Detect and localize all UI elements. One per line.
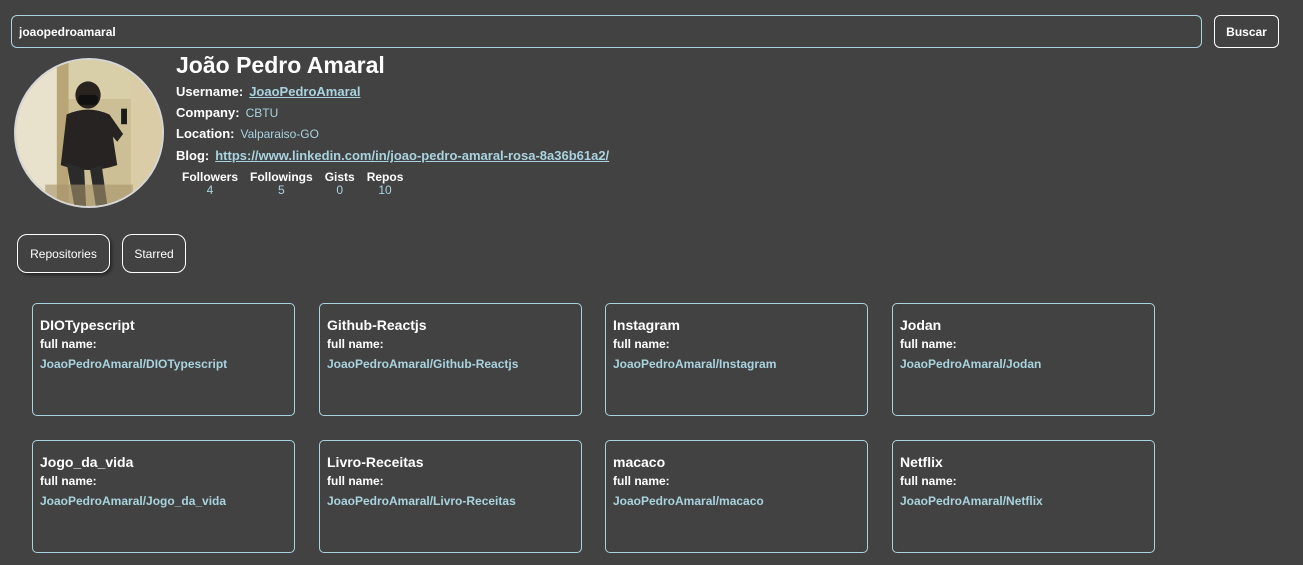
company-value: CBTU <box>245 106 279 120</box>
avatar <box>14 58 164 208</box>
repo-name: Jogo_da_vida <box>40 454 134 470</box>
stat-value: 0 <box>336 183 344 197</box>
repo-name: Livro-Receitas <box>327 454 424 470</box>
repo-full-name: JoaoPedroAmaral/Netflix <box>900 494 1043 508</box>
blog-link[interactable]: https://www.linkedin.com/in/joao-pedro-a… <box>215 148 609 163</box>
repo-full-name-label: full name: <box>900 474 957 488</box>
location-label: Location: <box>176 126 235 141</box>
stat-gists: Gists 0 <box>325 170 355 197</box>
repo-full-name-label: full name: <box>40 337 97 351</box>
repo-full-name: JoaoPedroAmaral/Jogo_da_vida <box>40 494 227 508</box>
repo-full-name-label: full name: <box>613 337 670 351</box>
repo-card[interactable]: Jogo_da_vida full name: JoaoPedroAmaral/… <box>32 440 295 553</box>
repo-full-name: JoaoPedroAmaral/macaco <box>613 494 764 508</box>
tab-repositories[interactable]: Repositories <box>17 234 110 273</box>
repo-full-name: JoaoPedroAmaral/Github-Reactjs <box>327 357 519 371</box>
repo-card[interactable]: Jodan full name: JoaoPedroAmaral/Jodan <box>892 303 1155 416</box>
repo-full-name-label: full name: <box>327 474 384 488</box>
stat-label: Gists <box>324 170 355 184</box>
repo-full-name: JoaoPedroAmaral/Livro-Receitas <box>327 494 516 508</box>
repo-card[interactable]: DIOTypescript full name: JoaoPedroAmaral… <box>32 303 295 416</box>
repo-full-name: JoaoPedroAmaral/Jodan <box>900 357 1042 371</box>
location-row: Location: Valparaiso-GO <box>176 126 319 141</box>
tab-starred[interactable]: Starred <box>122 234 186 273</box>
repo-name: Netflix <box>900 454 943 470</box>
repo-full-name: JoaoPedroAmaral/DIOTypescript <box>40 357 228 371</box>
username-label: Username: <box>176 84 244 99</box>
username-row: Username: JoaoPedroAmaral <box>176 84 360 99</box>
username-link[interactable]: JoaoPedroAmaral <box>249 84 360 99</box>
repo-card[interactable]: Netflix full name: JoaoPedroAmaral/Netfl… <box>892 440 1155 553</box>
stat-label: Repos <box>366 170 404 184</box>
repo-name: Jodan <box>900 317 942 333</box>
blog-row: Blog: https://www.linkedin.com/in/joao-p… <box>176 148 609 163</box>
stat-followings: Followings 5 <box>250 170 313 197</box>
repo-card[interactable]: Instagram full name: JoaoPedroAmaral/Ins… <box>605 303 868 416</box>
search-input[interactable] <box>11 15 1202 48</box>
repo-full-name-label: full name: <box>40 474 97 488</box>
repo-card[interactable]: macaco full name: JoaoPedroAmaral/macaco <box>605 440 868 553</box>
repo-card[interactable]: Livro-Receitas full name: JoaoPedroAmara… <box>319 440 582 553</box>
repo-full-name: JoaoPedroAmaral/Instagram <box>613 357 777 371</box>
repo-full-name-label: full name: <box>327 337 384 351</box>
repo-full-name-label: full name: <box>900 337 957 351</box>
repo-name: macaco <box>613 454 666 470</box>
repo-card[interactable]: Github-Reactjs full name: JoaoPedroAmara… <box>319 303 582 416</box>
stat-followers: Followers 4 <box>182 170 238 197</box>
avatar-photo <box>16 60 162 206</box>
repo-name: DIOTypescript <box>40 317 135 333</box>
profile-name: João Pedro Amaral <box>176 52 385 78</box>
stat-label: Followings <box>250 170 313 184</box>
repo-name: Github-Reactjs <box>327 317 427 333</box>
blog-label: Blog: <box>176 148 210 163</box>
company-label: Company: <box>176 105 240 120</box>
company-row: Company: CBTU <box>176 105 278 120</box>
search-button[interactable]: Buscar <box>1214 15 1279 48</box>
profile-stats: Followers 4 Followings 5 Gists 0 Repos 1… <box>182 170 403 197</box>
repo-name: Instagram <box>613 317 680 333</box>
stat-value: 4 <box>206 183 214 197</box>
stat-label: Followers <box>182 170 239 184</box>
stat-value: 10 <box>378 183 392 197</box>
stat-value: 5 <box>278 183 285 197</box>
location-value: Valparaiso-GO <box>240 127 319 141</box>
repo-full-name-label: full name: <box>613 474 670 488</box>
stat-repos: Repos 10 <box>367 170 404 197</box>
